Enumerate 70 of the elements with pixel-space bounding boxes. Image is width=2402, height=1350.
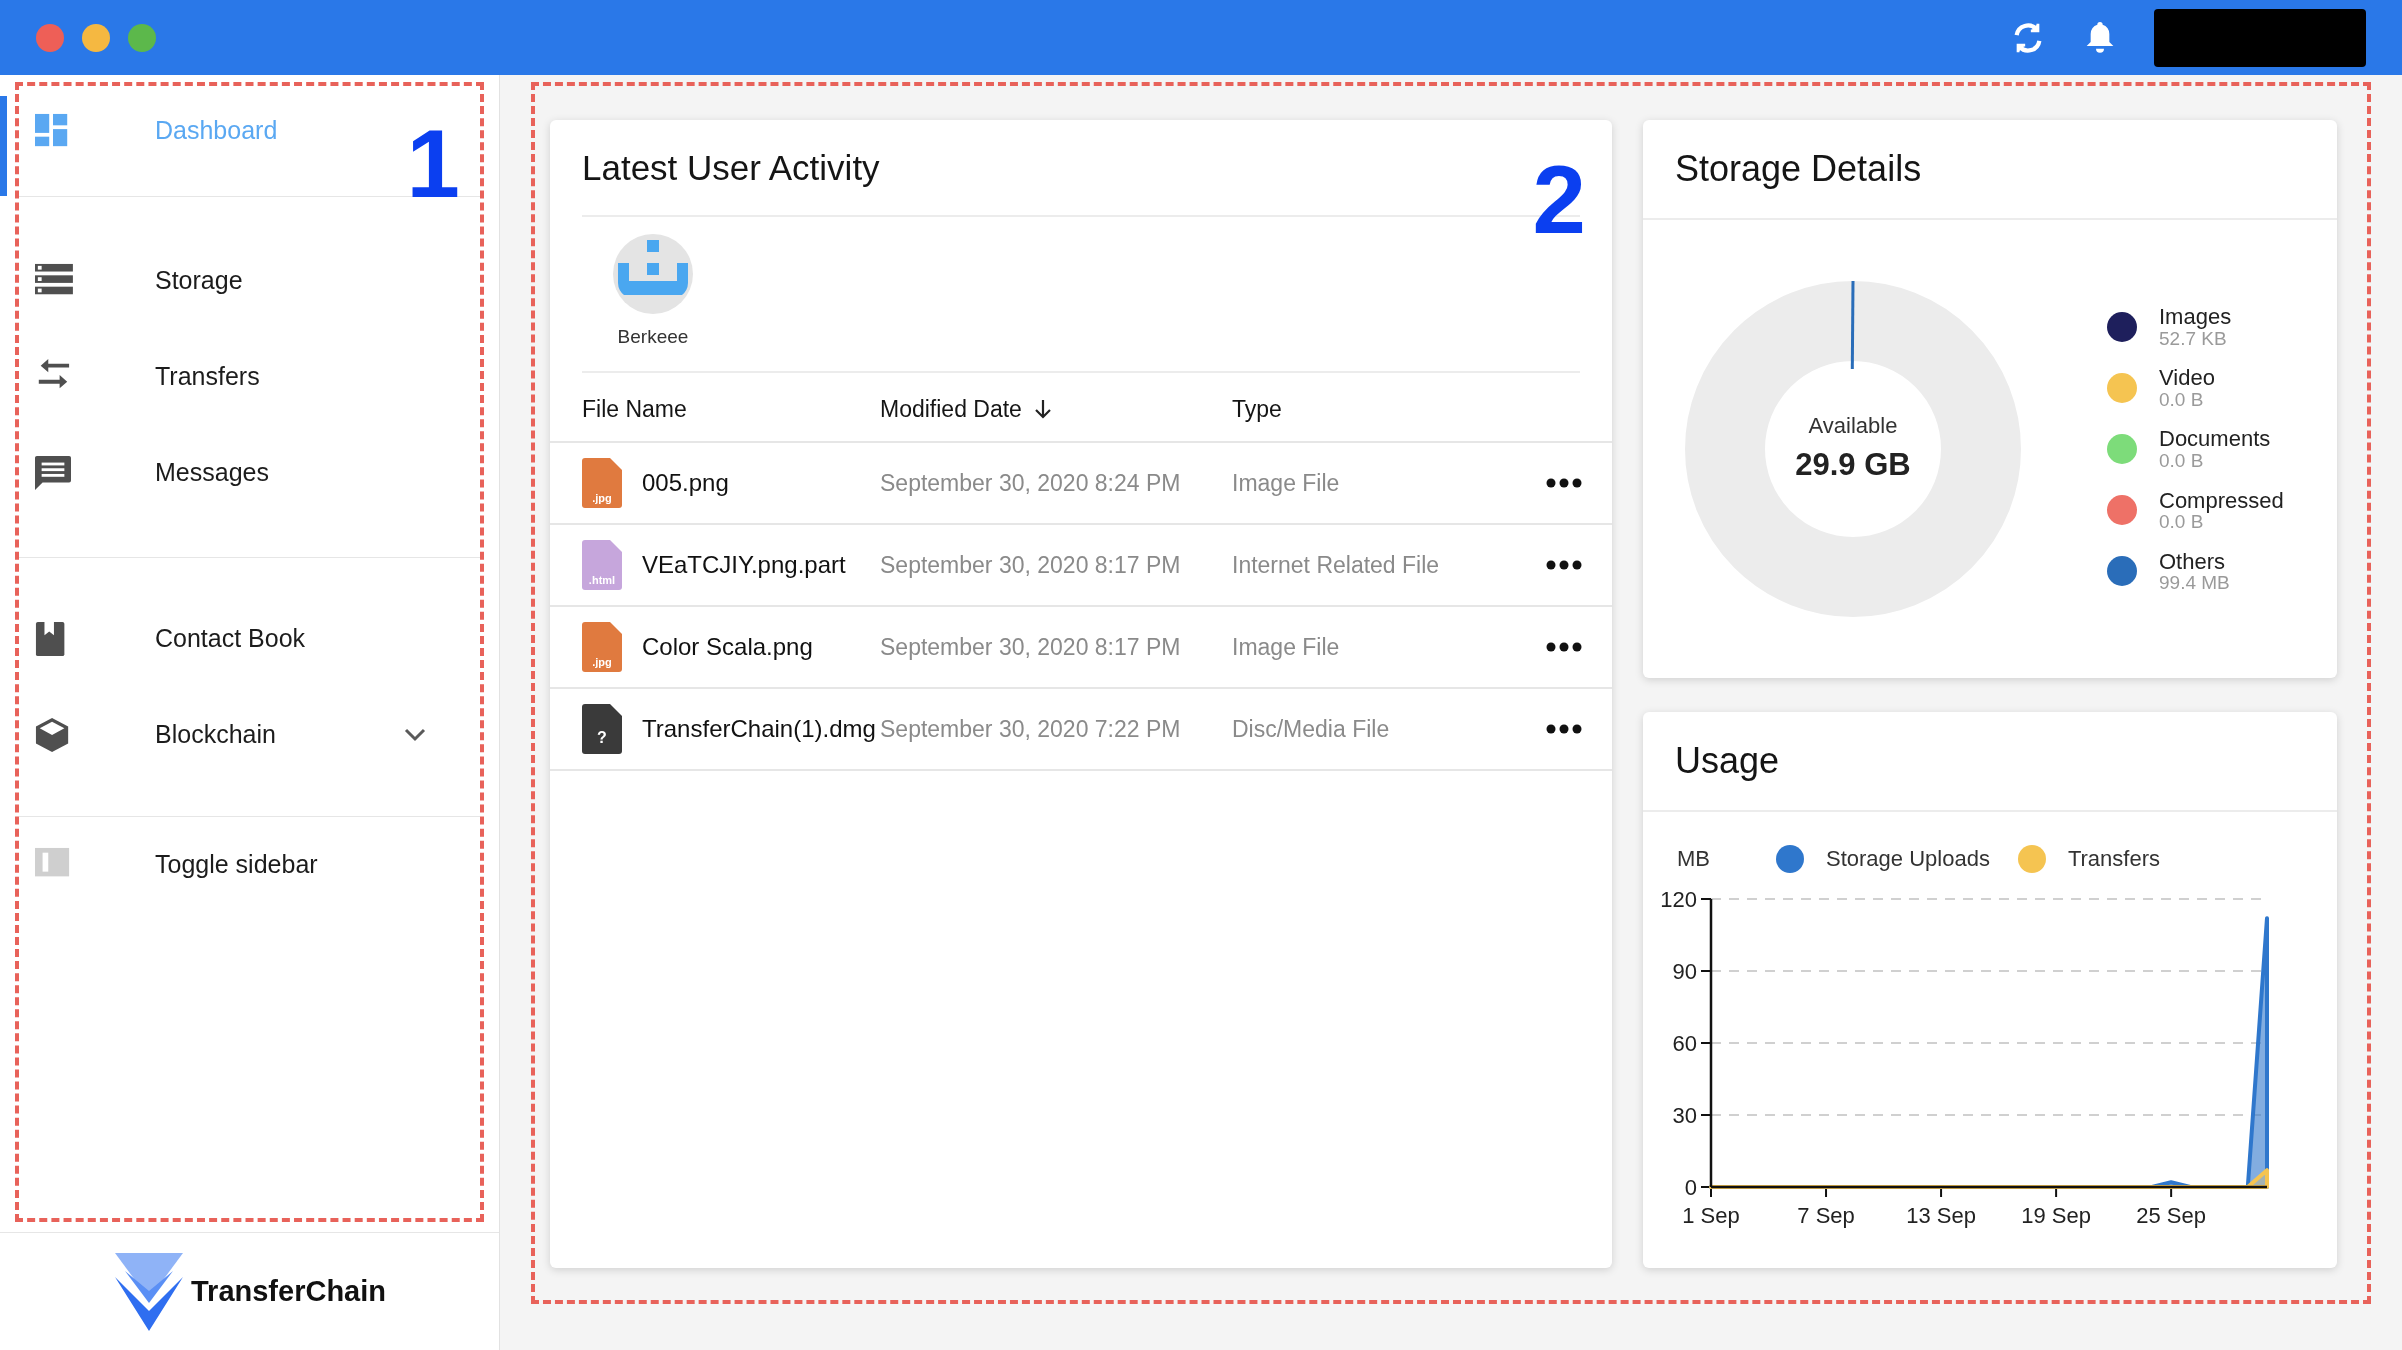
x-tick-label: 7 Sep	[1797, 1203, 1855, 1228]
legend-label: Video	[2159, 366, 2215, 390]
table-row[interactable]: .html VEaTCJIY.png.part September 30, 2020 8:17 PM Internet Related File	[550, 525, 1612, 607]
table-cell-text: September 30, 2020 8:17 PM	[880, 632, 1182, 662]
file-name: TransferChain(1).dmg	[642, 714, 876, 744]
table-cell-text: Disc/Media File	[1232, 714, 1391, 744]
legend-label: Others	[2159, 549, 2227, 573]
more-options-icon[interactable]	[1546, 642, 1582, 652]
table-row[interactable]: .jpg Color Scala.png September 30, 2020 8:17 PM Image File	[550, 607, 1612, 689]
legend-size: 52.7 KB	[2159, 328, 2227, 349]
y-tick-label: 120	[1660, 887, 1697, 912]
column-header[interactable]: File Name	[582, 391, 687, 427]
x-tick-label: 25 Sep	[2136, 1203, 2206, 1228]
y-tick-label: 0	[1684, 1175, 1697, 1200]
file-icon: .html	[582, 540, 622, 590]
table-row[interactable]: ? TransferChain(1).dmg September 30, 2020 7:22 PM Disc/Media File	[550, 689, 1612, 771]
file-name: 005.png	[642, 468, 729, 498]
more-options-icon[interactable]	[1546, 478, 1582, 488]
legend-label: Compressed	[2159, 488, 2284, 512]
x-tick-label: 13 Sep	[1906, 1203, 1976, 1228]
logo-icon	[113, 1250, 185, 1333]
column-header[interactable]: Modified Date	[880, 391, 1022, 427]
axis-label: MB	[1677, 845, 1710, 873]
table-cell-text: Image File	[1232, 468, 1341, 498]
card-title: Storage Details	[1643, 120, 2337, 220]
annotation-number: 1	[406, 116, 460, 212]
legend-size: 0.0 B	[2159, 511, 2204, 532]
available-value: 29.9 GB	[1795, 446, 1911, 485]
sidebar-item[interactable]: Blockchain	[19, 687, 459, 783]
legend-label: Documents	[2159, 427, 2271, 451]
file-icon: ?	[582, 704, 622, 754]
sidebar-item[interactable]: Messages	[19, 425, 459, 521]
x-tick-label: 19 Sep	[2021, 1203, 2091, 1228]
chat-bubble-icon	[33, 455, 73, 491]
y-tick-label: 30	[1672, 1103, 1697, 1128]
logo-text: TransferChain	[191, 1273, 386, 1309]
table-cell-text: Internet Related File	[1232, 550, 1441, 580]
sort-arrow-icon[interactable]	[1033, 399, 1052, 419]
legend-size: 0.0 B	[2159, 450, 2205, 471]
file-icon: .jpg	[582, 458, 622, 508]
legend-label: Transfers	[2067, 845, 2160, 873]
table-cell-text: Image File	[1232, 632, 1341, 662]
sidebar-item[interactable]: Transfers	[19, 329, 459, 425]
more-options-icon[interactable]	[1546, 560, 1582, 570]
y-tick-label: 90	[1672, 959, 1697, 984]
file-icon: .jpg	[582, 622, 622, 672]
x-tick-label: 1 Sep	[1682, 1203, 1740, 1228]
table-row[interactable]: .jpg 005.png September 30, 2020 8:24 PM Image File	[550, 443, 1612, 525]
file-name: Color Scala.png	[642, 632, 813, 662]
sidebar-item[interactable]: Toggle sidebar	[19, 817, 459, 913]
file-name: VEaTCJIY.png.part	[642, 550, 846, 580]
user-name: Berkeee	[617, 324, 689, 349]
legend-label: Storage Uploads	[1826, 845, 1990, 873]
avatar-icon[interactable]	[612, 232, 694, 315]
column-header[interactable]: Type	[1232, 391, 1282, 427]
annotation-number: 2	[1532, 152, 1586, 248]
table-cell-text: September 30, 2020 8:17 PM	[880, 550, 1182, 580]
legend-label: Images	[2159, 305, 2232, 329]
sidebar-item[interactable]: Storage	[19, 233, 459, 329]
minimize-window-button[interactable]	[82, 23, 110, 52]
y-tick-label: 60	[1672, 1031, 1697, 1056]
more-options-icon[interactable]	[1546, 724, 1582, 734]
legend-size: 99.4 MB	[2159, 572, 2230, 593]
bell-icon[interactable]	[2084, 19, 2116, 56]
legend-size: 0.0 B	[2159, 389, 2205, 410]
available-label: Available	[1808, 412, 1898, 441]
card-title: Usage	[1643, 712, 2337, 812]
table-cell-text: September 30, 2020 7:22 PM	[880, 714, 1182, 744]
sidebar-item[interactable]: Contact Book	[19, 591, 459, 687]
table-cell-text: September 30, 2020 8:24 PM	[880, 468, 1182, 498]
